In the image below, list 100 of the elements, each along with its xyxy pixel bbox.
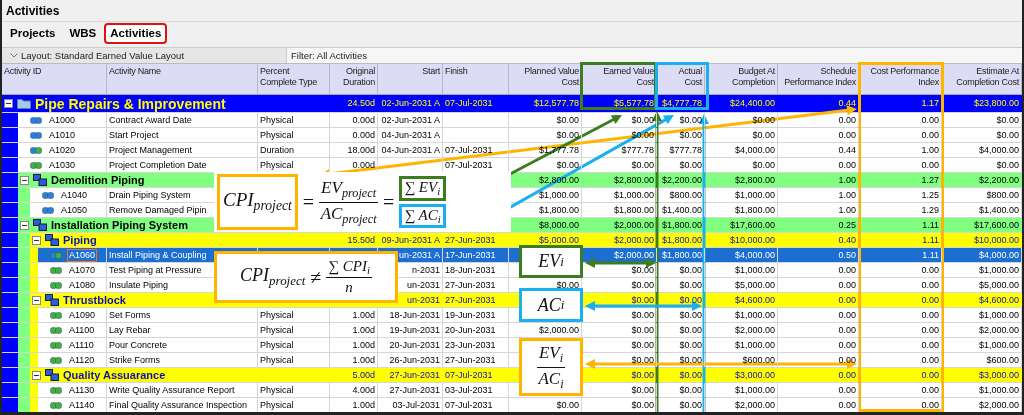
table-cell: $0.00 — [509, 398, 582, 412]
table-cell: 0.00 — [859, 383, 942, 397]
column-header[interactable]: Budget At Completion — [705, 64, 778, 94]
table-cell-text: $2,800.00 — [537, 173, 580, 187]
collapse-icon[interactable] — [4, 99, 13, 108]
table-cell-text: $4,600.00 — [977, 293, 1020, 307]
table-cell: 07-Jul-2031 — [443, 143, 509, 157]
column-header[interactable]: Start — [378, 64, 443, 94]
table-cell: 1.00d — [330, 353, 378, 367]
table-cell: 17-Jun-2031 — [443, 248, 509, 262]
table-cell: Strike Forms — [107, 353, 258, 367]
table-cell-text: 27-Jun-2031 — [444, 293, 497, 307]
indent-band — [2, 308, 18, 322]
column-header[interactable]: Finish — [443, 64, 509, 94]
wbs-icon — [45, 294, 59, 306]
table-cell: 0.00 — [859, 113, 942, 127]
column-header[interactable]: Cost Performance Index — [859, 64, 942, 94]
table-cell: $1,800.00 — [705, 203, 778, 217]
column-header[interactable]: Planned Value Cost — [509, 64, 582, 94]
table-cell: $4,000.00 — [942, 248, 1022, 262]
column-header[interactable]: Estimate At Completion Cost — [942, 64, 1022, 94]
collapse-icon[interactable] — [20, 175, 29, 185]
row-title: Thrustblock — [63, 294, 126, 306]
table-cell: $0.00 — [582, 398, 657, 412]
collapse-icon[interactable] — [20, 220, 29, 230]
tab[interactable]: WBS — [63, 23, 103, 44]
table-cell: $1,000.00 — [582, 188, 657, 202]
table-cell-text: 02-Jun-2031 A — [380, 97, 441, 110]
table-cell: Physical — [258, 323, 330, 337]
column-header[interactable]: Actual Cost — [657, 64, 705, 94]
table-cell-text: 0.00 — [837, 293, 857, 307]
table-cell-text: 1.11 — [921, 233, 940, 247]
column-header[interactable]: Schedule Performance Index — [778, 64, 859, 94]
indent-band — [2, 293, 18, 307]
table-cell: 0.00 — [859, 398, 942, 412]
table-cell-text: $12,577.78 — [532, 97, 580, 110]
layout-dropdown[interactable]: Layout: Standard Earned Value Layout — [2, 48, 287, 63]
table-cell: Final Quality Assurance Inspection — [107, 398, 258, 412]
tab[interactable]: Activities — [104, 23, 168, 44]
column-header[interactable]: Original Duration — [330, 64, 378, 94]
table-cell: $1,000.00 — [942, 308, 1022, 322]
highlight-frame — [655, 62, 709, 110]
table-cell: Physical — [258, 383, 330, 397]
table-cell-text: $2,200.00 — [977, 173, 1020, 187]
table-cell: 18-Jun-2031 — [443, 263, 509, 277]
table-cell: Pour Concrete — [107, 338, 258, 352]
table-cell: 0.00 — [859, 338, 942, 352]
table-cell: A1110 — [69, 340, 94, 350]
row-title: Pipe Repairs & Improvement — [35, 96, 226, 111]
table-cell-text: $2,800.00 — [612, 173, 655, 187]
collapse-icon[interactable] — [32, 370, 41, 380]
table-cell-text: 0.00 — [920, 293, 940, 307]
wbs-icon — [33, 174, 47, 186]
table-cell: $0.00 — [942, 113, 1022, 127]
column-header[interactable]: Percent Complete Type — [258, 64, 330, 94]
table-cell: 0.00 — [778, 158, 859, 172]
table-cell: $600.00 — [705, 353, 778, 367]
table-cell: A1040 — [61, 190, 88, 200]
table-cell: Start Project — [107, 128, 258, 142]
table-cell: 0.50 — [778, 248, 859, 262]
table-cell: Project Management — [107, 143, 258, 157]
table-cell-text: 0.44 — [837, 97, 857, 110]
table-cell: Physical — [258, 353, 330, 367]
fraction-denominator: AC$_{project}$ — [320, 202, 377, 227]
table-cell-text: 09-Jun-2031 A — [380, 233, 441, 247]
wbs-icon — [33, 219, 47, 231]
table-cell: $0.00 — [657, 323, 705, 337]
table-cell-text: $5,000.00 — [537, 233, 580, 247]
table-cell: $1,000.00 — [705, 383, 778, 397]
table-cell: A1130 — [69, 385, 95, 395]
table-cell-text: 0.25 — [837, 218, 857, 232]
table-cell-text: $2,800.00 — [733, 173, 776, 187]
indent-band — [2, 278, 18, 292]
indent-band — [2, 128, 18, 142]
table-cell: $0.00 — [657, 263, 705, 277]
column-header[interactable]: Activity Name — [107, 64, 258, 94]
indent-band — [2, 158, 18, 172]
collapse-icon[interactable] — [32, 295, 41, 305]
row-title: Quality Assuarance — [63, 369, 166, 381]
table-cell-text: 1.17 — [920, 97, 940, 110]
table-cell: 0.00 — [778, 128, 859, 142]
table-cell: Write Quality Assurance Report — [107, 383, 258, 397]
column-header[interactable]: Earned Value Cost — [582, 64, 657, 94]
indent-band — [2, 218, 18, 232]
table-cell: 1.00d — [330, 338, 378, 352]
table-cell: 0.00 — [859, 353, 942, 367]
column-header[interactable]: Activity ID — [2, 64, 107, 94]
tab[interactable]: Projects — [4, 23, 62, 44]
table-cell: 0.00 — [859, 323, 942, 337]
row-title: Installation Piping System — [51, 219, 188, 231]
table-cell: $1,000.00 — [942, 263, 1022, 277]
table-cell-text: $2,200.00 — [660, 173, 703, 187]
table-cell: 0.00 — [859, 128, 942, 142]
folder-icon — [17, 98, 31, 109]
table-cell: $800.00 — [942, 188, 1022, 202]
table-cell: $1,400.00 — [657, 203, 705, 217]
table-cell-text: $0.00 — [630, 368, 655, 382]
table-cell: $4,000.00 — [705, 248, 778, 262]
collapse-icon[interactable] — [32, 235, 41, 245]
table-cell-text: 1.11 — [921, 218, 940, 232]
